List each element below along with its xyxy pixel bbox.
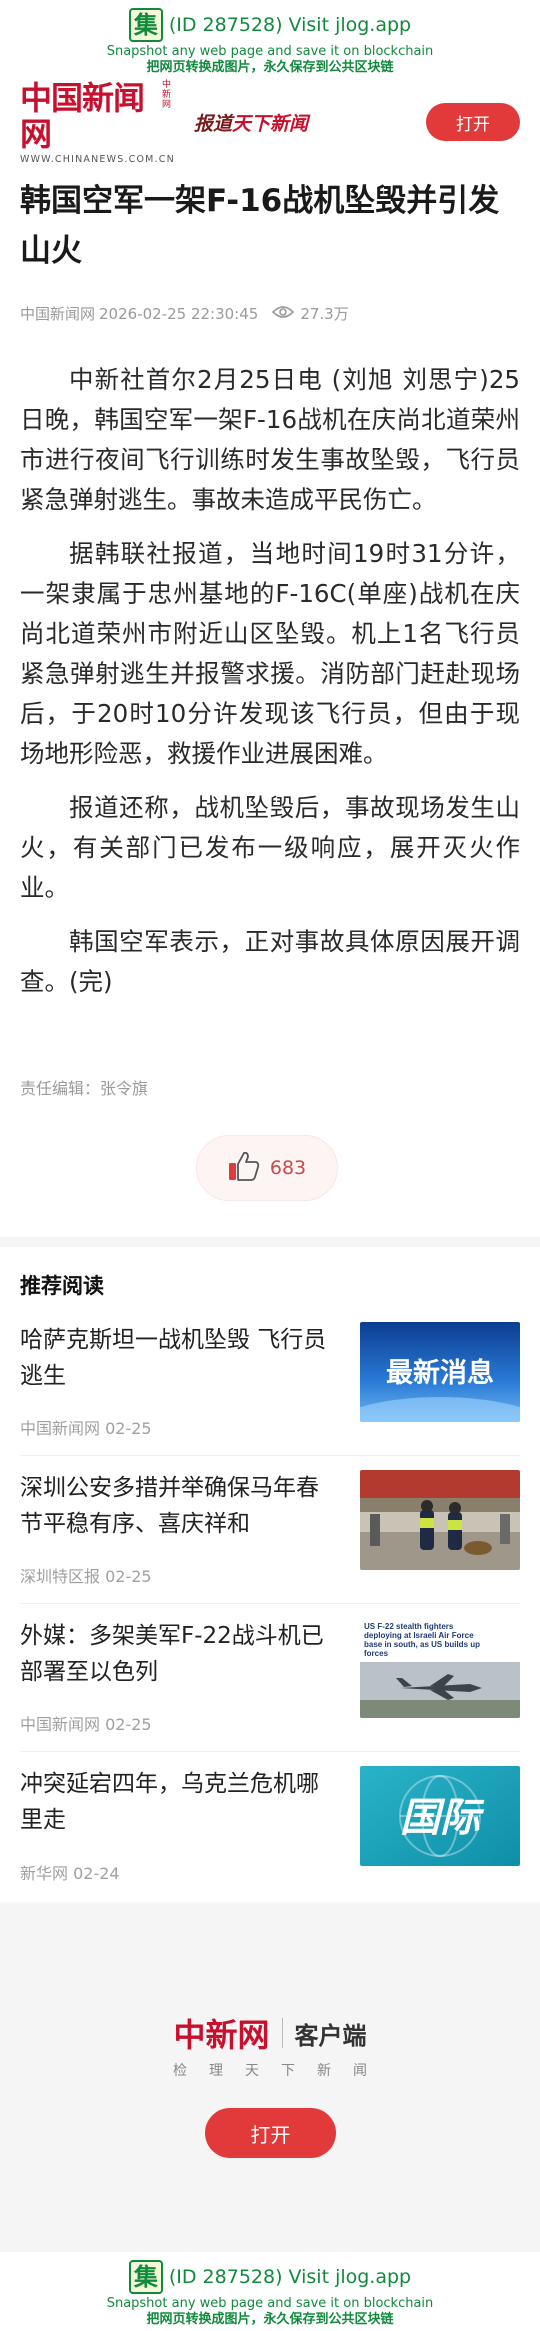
article-meta: 中国新闻网 2026-02-25 22:30:45 27.3万: [20, 303, 349, 324]
recommend-item-title[interactable]: 哈萨克斯坦一战机坠毁 飞行员逃生: [20, 1322, 338, 1394]
footer-client-label: 客户端: [294, 2021, 367, 2050]
slogan-prefix: 报道: [194, 112, 233, 135]
jlog-logo-icon: 集: [128, 2260, 163, 2294]
open-app-footer-button[interactable]: 打开: [205, 2108, 336, 2158]
slogan-highlight: 天下新闻: [232, 112, 309, 135]
article-title: 韩国空军一架F-16战机坠毁并引发山火: [20, 183, 500, 269]
snapshot-line-cn: 把网页转换成图片，永久保存到公共区块链: [146, 2312, 394, 2327]
footer-logo: 中新网: [173, 2016, 270, 2054]
article-paragraph: 报道还称，战机坠毁后，事故现场发生山火，有关部门已发布一级响应，展开灭火作业。: [20, 793, 520, 902]
eye-icon: [272, 305, 295, 323]
jet-photo-thumbnail[interactable]: US F-22 stealth fighters deploying at Is…: [360, 1618, 520, 1718]
snapshot-banner-bottom: 集 (ID 287528) Visit jlog.app Snapshot an…: [0, 2252, 540, 2331]
snapshot-id[interactable]: (ID 287528) Visit jlog.app: [169, 14, 411, 36]
jlog-logo-icon: 集: [128, 8, 163, 42]
like-button[interactable]: 683: [196, 1135, 338, 1201]
recommend-item-title[interactable]: 外媒：多架美军F-22战斗机已部署至以色列: [20, 1618, 338, 1690]
article-datetime: 2026-02-25 22:30:45: [99, 304, 259, 323]
thumbs-up-icon: [228, 1151, 260, 1185]
recommend-item-source: 新华网 02-24: [20, 1864, 120, 1883]
footer-brand: 中新网 客户端: [0, 2010, 540, 2056]
recommend-item[interactable]: 外媒：多架美军F-22战斗机已部署至以色列 中国新闻网 02-25 US F-2…: [20, 1604, 520, 1752]
article-source: 中国新闻网: [20, 305, 96, 323]
recommend-item-source: 中国新闻网 02-25: [20, 1419, 152, 1438]
recommend-item-title[interactable]: 深圳公安多措并举确保马年春节平稳有序、喜庆祥和: [20, 1470, 338, 1542]
snapshot-line-cn: 把网页转换成图片，永久保存到公共区块链: [146, 60, 394, 75]
logo-side-text: 中新网: [162, 79, 172, 110]
site-logo[interactable]: 中国新闻网 中新网 WWW.CHINANEWS.COM.CN: [20, 80, 174, 165]
footer-divider: [281, 2018, 283, 2048]
site-slogan: 报道天下新闻: [194, 109, 308, 136]
section-divider: [0, 1237, 540, 1247]
recommend-list: 哈萨克斯坦一战机坠毁 飞行员逃生 中国新闻网 02-25 最新消息 深圳公安多措…: [20, 1308, 520, 1900]
thumb-caption-line-2: deploying at Israeli Air Force: [364, 1631, 474, 1640]
logo-url: WWW.CHINANEWS.COM.CN: [20, 153, 175, 165]
article-paragraph: 韩国空军表示，正对事故具体原因展开调查。(完): [20, 927, 520, 996]
recommend-heading: 推荐阅读: [20, 1274, 104, 1298]
thumb-caption-line-4: forces: [364, 1649, 389, 1658]
open-app-button[interactable]: 打开: [426, 103, 520, 141]
article-body: 中新社首尔2月25日电 (刘旭 刘思宁)25日晚，韩国空军一架F-16战机在庆尚…: [20, 360, 520, 1016]
article-paragraph: 据韩联社报道，当地时间19时31分许，一架隶属于忠州基地的F-16C(单座)战机…: [20, 539, 520, 768]
police-photo-thumbnail[interactable]: [360, 1470, 520, 1570]
article-editor: 责任编辑：张令旗: [20, 1079, 149, 1098]
recommend-item[interactable]: 冲突延宕四年，乌克兰危机哪里走 新华网 02-24 国际: [20, 1752, 520, 1900]
thumb-caption-line-1: US F-22 stealth fighters: [364, 1622, 454, 1631]
footer-subtitle: 检理天下新闻: [173, 2063, 389, 2079]
recommend-item-source: 深圳特区报 02-25: [20, 1567, 152, 1586]
snapshot-line-en: Snapshot any web page and save it on blo…: [106, 44, 434, 59]
thumb-text: 最新消息: [386, 1357, 494, 1389]
article-paragraph: 中新社首尔2月25日电 (刘旭 刘思宁)25日晚，韩国空军一架F-16战机在庆尚…: [20, 365, 520, 514]
snapshot-line-en: Snapshot any web page and save it on blo…: [106, 2296, 434, 2311]
recommend-item-title[interactable]: 冲突延宕四年，乌克兰危机哪里走: [20, 1766, 338, 1838]
thumb-caption-line-3: base in south, as US builds up: [364, 1640, 480, 1649]
recommend-item[interactable]: 哈萨克斯坦一战机坠毁 飞行员逃生 中国新闻网 02-25 最新消息: [20, 1308, 520, 1456]
like-count: 683: [269, 1157, 307, 1179]
snapshot-id[interactable]: (ID 287528) Visit jlog.app: [169, 2266, 411, 2288]
logo-text: 中国新闻网: [20, 78, 145, 153]
snapshot-banner-top: 集 (ID 287528) Visit jlog.app Snapshot an…: [0, 0, 540, 84]
article-views: 27.3万: [300, 305, 349, 323]
recommend-item[interactable]: 深圳公安多措并举确保马年春节平稳有序、喜庆祥和 深圳特区报 02-25: [20, 1456, 520, 1604]
site-header: 中国新闻网 中新网 WWW.CHINANEWS.COM.CN 报道天下新闻 打开: [0, 80, 540, 165]
app-footer: 中新网 客户端 检理天下新闻: [0, 1902, 540, 2252]
international-thumbnail[interactable]: 国际: [360, 1766, 520, 1866]
thumb-text: 国际: [400, 1795, 485, 1841]
latest-news-thumbnail[interactable]: 最新消息: [360, 1322, 520, 1422]
recommend-item-source: 中国新闻网 02-25: [20, 1715, 152, 1734]
